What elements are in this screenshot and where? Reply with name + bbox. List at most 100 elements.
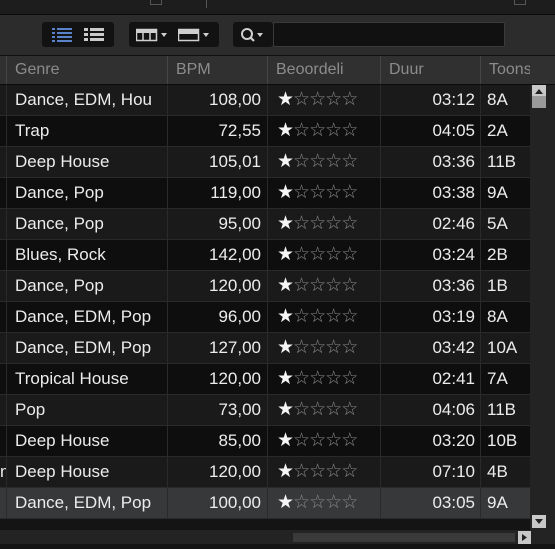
star-empty-icon[interactable]: ☆ xyxy=(325,461,342,482)
rating-cell[interactable]: ★☆☆☆☆ xyxy=(267,240,380,270)
rating-cell[interactable]: ★☆☆☆☆ xyxy=(267,364,380,394)
star-empty-icon[interactable]: ☆ xyxy=(293,182,310,203)
star-empty-icon[interactable]: ☆ xyxy=(325,120,342,141)
star-empty-icon[interactable]: ☆ xyxy=(341,368,358,389)
column-layout-dropdown[interactable] xyxy=(133,22,173,47)
table-row[interactable]: Tropical House 120,00 02:41 7A ★☆☆☆☆ xyxy=(0,364,530,395)
star-empty-icon[interactable]: ☆ xyxy=(341,89,358,110)
star-empty-icon[interactable]: ☆ xyxy=(325,368,342,389)
star-empty-icon[interactable]: ☆ xyxy=(309,461,326,482)
star-empty-icon[interactable]: ☆ xyxy=(293,492,310,513)
star-filled-icon[interactable]: ★ xyxy=(277,213,294,234)
rating-cell[interactable]: ★☆☆☆☆ xyxy=(267,271,380,301)
star-filled-icon[interactable]: ★ xyxy=(277,306,294,327)
star-empty-icon[interactable]: ☆ xyxy=(341,244,358,265)
rating-cell[interactable]: ★☆☆☆☆ xyxy=(267,333,380,363)
table-row[interactable]: Deep House 85,00 03:20 10B ★☆☆☆☆ xyxy=(0,426,530,457)
star-empty-icon[interactable]: ☆ xyxy=(341,120,358,141)
table-row[interactable]: Deep House 105,01 03:36 11B ★☆☆☆☆ xyxy=(0,147,530,178)
star-empty-icon[interactable]: ☆ xyxy=(293,275,310,296)
star-empty-icon[interactable]: ☆ xyxy=(309,151,326,172)
table-row[interactable]: Dance, EDM, Pop 96,00 03:19 8A ★☆☆☆☆ xyxy=(0,302,530,333)
search-options-button[interactable] xyxy=(235,22,271,47)
table-row[interactable]: Dance, Pop 95,00 02:46 5A ★☆☆☆☆ xyxy=(0,209,530,240)
column-header-duration[interactable]: Duur xyxy=(380,56,480,84)
star-empty-icon[interactable]: ☆ xyxy=(325,492,342,513)
star-filled-icon[interactable]: ★ xyxy=(277,430,294,451)
rating-cell[interactable]: ★☆☆☆☆ xyxy=(267,116,380,146)
rating-cell[interactable]: ★☆☆☆☆ xyxy=(267,395,380,425)
star-empty-icon[interactable]: ☆ xyxy=(309,244,326,265)
star-empty-icon[interactable]: ☆ xyxy=(325,337,342,358)
star-empty-icon[interactable]: ☆ xyxy=(325,182,342,203)
star-empty-icon[interactable]: ☆ xyxy=(293,337,310,358)
detail-list-view-button[interactable] xyxy=(82,22,106,47)
star-empty-icon[interactable]: ☆ xyxy=(309,337,326,358)
search-input[interactable] xyxy=(273,22,505,47)
star-empty-icon[interactable]: ☆ xyxy=(341,399,358,420)
column-header-bpm[interactable]: BPM xyxy=(167,56,267,84)
star-empty-icon[interactable]: ☆ xyxy=(341,151,358,172)
star-empty-icon[interactable]: ☆ xyxy=(309,275,326,296)
star-filled-icon[interactable]: ★ xyxy=(277,368,294,389)
star-empty-icon[interactable]: ☆ xyxy=(309,182,326,203)
star-empty-icon[interactable]: ☆ xyxy=(293,430,310,451)
star-empty-icon[interactable]: ☆ xyxy=(341,430,358,451)
table-row[interactable]: Dance, EDM, Pop 127,00 03:42 10A ★☆☆☆☆ xyxy=(0,333,530,364)
rating-cell[interactable]: ★☆☆☆☆ xyxy=(267,209,380,239)
panel-layout-dropdown[interactable] xyxy=(175,22,215,47)
star-empty-icon[interactable]: ☆ xyxy=(325,244,342,265)
star-empty-icon[interactable]: ☆ xyxy=(293,368,310,389)
rating-cell[interactable]: ★☆☆☆☆ xyxy=(267,426,380,456)
star-empty-icon[interactable]: ☆ xyxy=(293,461,310,482)
rating-cell[interactable]: ★☆☆☆☆ xyxy=(267,302,380,332)
star-empty-icon[interactable]: ☆ xyxy=(341,182,358,203)
table-row[interactable]: Trap 72,55 04:05 2A ★☆☆☆☆ xyxy=(0,116,530,147)
star-filled-icon[interactable]: ★ xyxy=(277,275,294,296)
star-empty-icon[interactable]: ☆ xyxy=(309,89,326,110)
list-view-button[interactable] xyxy=(50,22,74,47)
star-empty-icon[interactable]: ☆ xyxy=(309,399,326,420)
column-header-genre[interactable]: Genre xyxy=(6,56,167,84)
table-row[interactable]: Blues, Rock 142,00 03:24 2B ★☆☆☆☆ xyxy=(0,240,530,271)
table-row[interactable]: Dance, Pop 120,00 03:36 1B ★☆☆☆☆ xyxy=(0,271,530,302)
star-filled-icon[interactable]: ★ xyxy=(277,244,294,265)
star-empty-icon[interactable]: ☆ xyxy=(309,306,326,327)
star-empty-icon[interactable]: ☆ xyxy=(341,461,358,482)
star-empty-icon[interactable]: ☆ xyxy=(341,306,358,327)
horizontal-scroll-thumb[interactable] xyxy=(293,533,515,542)
rating-cell[interactable]: ★☆☆☆☆ xyxy=(267,178,380,208)
star-empty-icon[interactable]: ☆ xyxy=(293,151,310,172)
rating-cell[interactable]: ★☆☆☆☆ xyxy=(267,457,380,487)
star-filled-icon[interactable]: ★ xyxy=(277,89,294,110)
star-empty-icon[interactable]: ☆ xyxy=(325,399,342,420)
star-empty-icon[interactable]: ☆ xyxy=(293,89,310,110)
star-empty-icon[interactable]: ☆ xyxy=(341,213,358,234)
star-filled-icon[interactable]: ★ xyxy=(277,337,294,358)
star-filled-icon[interactable]: ★ xyxy=(277,182,294,203)
table-row[interactable]: Dance, Pop 119,00 03:38 9A ★☆☆☆☆ xyxy=(0,178,530,209)
star-empty-icon[interactable]: ☆ xyxy=(309,368,326,389)
scroll-down-arrow[interactable] xyxy=(532,515,546,528)
rating-cell[interactable]: ★☆☆☆☆ xyxy=(267,85,380,115)
star-empty-icon[interactable]: ☆ xyxy=(325,151,342,172)
star-empty-icon[interactable]: ☆ xyxy=(325,306,342,327)
star-empty-icon[interactable]: ☆ xyxy=(325,430,342,451)
scroll-right-arrow[interactable] xyxy=(518,531,531,544)
star-filled-icon[interactable]: ★ xyxy=(277,120,294,141)
star-filled-icon[interactable]: ★ xyxy=(277,461,294,482)
star-empty-icon[interactable]: ☆ xyxy=(341,275,358,296)
table-row[interactable]: n Deep House 120,00 07:10 4B ★☆☆☆☆ xyxy=(0,457,530,488)
vertical-scrollbar[interactable] xyxy=(530,85,555,530)
star-empty-icon[interactable]: ☆ xyxy=(309,430,326,451)
table-row[interactable]: Dance, EDM, Hou 108,00 03:12 8A ★☆☆☆☆ xyxy=(0,85,530,116)
star-filled-icon[interactable]: ★ xyxy=(277,492,294,513)
table-row[interactable]: Pop 73,00 04:06 11B ★☆☆☆☆ xyxy=(0,395,530,426)
star-empty-icon[interactable]: ☆ xyxy=(341,337,358,358)
star-empty-icon[interactable]: ☆ xyxy=(309,120,326,141)
star-empty-icon[interactable]: ☆ xyxy=(325,89,342,110)
star-empty-icon[interactable]: ☆ xyxy=(309,492,326,513)
star-empty-icon[interactable]: ☆ xyxy=(293,306,310,327)
star-empty-icon[interactable]: ☆ xyxy=(293,120,310,141)
star-empty-icon[interactable]: ☆ xyxy=(293,399,310,420)
